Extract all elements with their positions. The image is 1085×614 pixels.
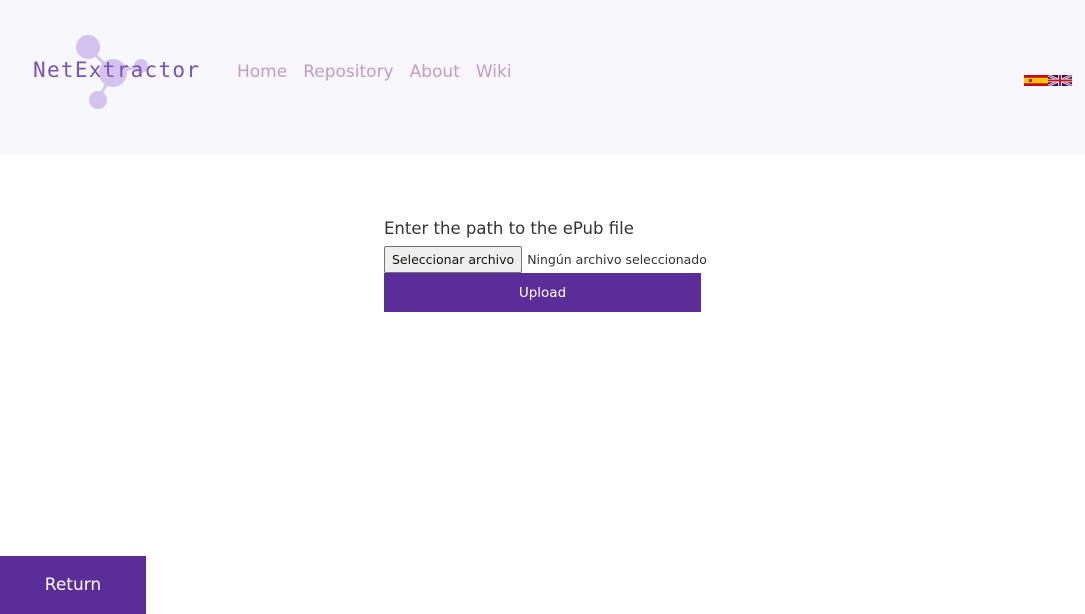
- language-switcher: [1024, 71, 1073, 88]
- uk-flag-icon[interactable]: [1047, 71, 1073, 88]
- upload-button[interactable]: Upload: [384, 273, 701, 312]
- spain-flag-icon[interactable]: [1024, 71, 1048, 86]
- brand-name: NetExtractor: [33, 58, 201, 82]
- file-input: Seleccionar archivo Ningún archivo selec…: [384, 246, 707, 273]
- epub-upload-form: Enter the path to the ePub file Seleccio…: [384, 216, 707, 312]
- return-button[interactable]: Return: [0, 556, 146, 614]
- file-status-text: Ningún archivo seleccionado: [527, 252, 707, 267]
- nav-repository[interactable]: Repository: [303, 62, 393, 82]
- main-nav: Home Repository About Wiki: [237, 62, 528, 82]
- site-header: NetExtractor Home Repository About Wiki: [0, 0, 1085, 155]
- nav-wiki[interactable]: Wiki: [476, 62, 512, 82]
- nav-home[interactable]: Home: [237, 62, 287, 82]
- choose-file-button[interactable]: Seleccionar archivo: [384, 246, 523, 273]
- epub-path-label: Enter the path to the ePub file: [384, 219, 634, 238]
- brand-logo[interactable]: NetExtractor: [30, 33, 200, 113]
- nav-about[interactable]: About: [410, 62, 460, 82]
